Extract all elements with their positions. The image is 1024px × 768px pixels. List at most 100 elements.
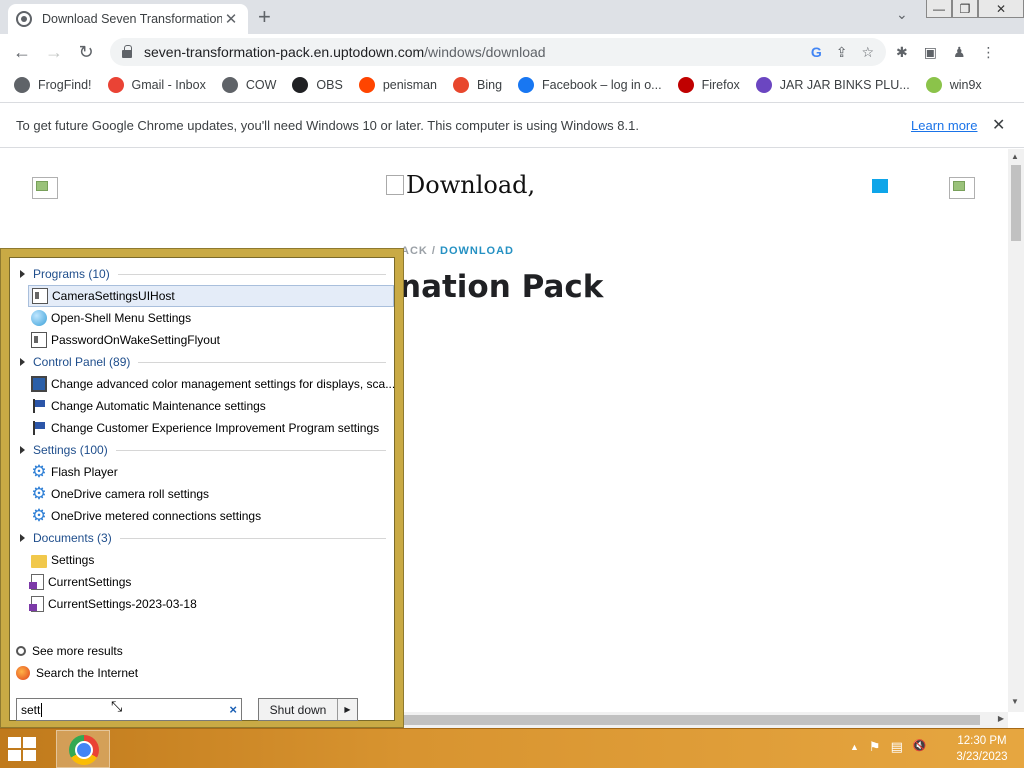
firefox-icon [677,77,694,93]
shutdown-button[interactable]: Shut down ▶ [258,698,358,721]
shutdown-label: Shut down [269,702,327,717]
firefox-icon [16,666,30,680]
scroll-up-icon[interactable]: ▲ [1011,152,1019,161]
taskbar: ▲ ⚑ ▤ 🔇 12:30 PM 3/23/2023 [0,728,1024,768]
scroll-thumb[interactable] [1011,165,1021,241]
group-divider [117,273,386,275]
broken-image-icon [32,177,58,199]
new-tab-button[interactable]: + [258,4,271,30]
result-label: Settings [51,553,95,567]
infobar-message: To get future Google Chrome updates, you… [16,118,639,133]
windows-start-icon[interactable] [8,737,38,761]
result-label: OneDrive metered connections settings [51,509,262,523]
back-arrow-icon[interactable]: ← [10,40,34,64]
minimize-button[interactable]: — [926,0,952,18]
bookmark-jarjar[interactable]: JAR JAR BINKS PLU... [755,77,910,93]
volume-muted-icon[interactable]: 🔇 [913,739,927,755]
breadcrumb-current[interactable]: DOWNLOAD [440,245,514,257]
see-more-results[interactable]: See more results [16,640,123,662]
search-result-item[interactable]: CurrentSettings-2023-03-18 [28,593,394,615]
gmail-icon [107,77,124,93]
search-result-item[interactable]: Open-Shell Menu Settings [28,307,394,329]
bookmark-frogfind[interactable]: FrogFind! [14,77,92,93]
app-window-icon [32,288,48,304]
search-result-item[interactable]: Change Customer Experience Improvement P… [28,417,394,439]
bookmark-firefox[interactable]: Firefox [677,77,740,93]
document-icon [29,574,44,590]
page-vertical-scrollbar[interactable]: ▲ ▼ [1008,149,1024,712]
result-label: Flash Player [51,465,118,479]
taskbar-chrome-button[interactable] [56,730,110,768]
clock-date: 3/23/2023 [956,751,1008,763]
globe-icon [16,11,32,27]
chrome-icon [69,735,99,765]
search-the-internet[interactable]: Search the Internet [16,662,138,684]
action-center-flag-icon[interactable]: ⚑ [869,739,881,755]
infobar-close-button[interactable]: ✕ [992,115,1005,135]
bookmark-bing[interactable]: Bing [453,77,502,93]
start-search-input[interactable]: sett × [16,698,242,721]
show-hidden-icons-icon[interactable]: ▲ [850,742,859,755]
share-icon[interactable]: ⇪ [836,44,848,61]
result-label: CameraSettingsUIHost [52,289,175,303]
group-divider [119,537,386,539]
network-icon[interactable]: ▤ [891,739,903,755]
cow-icon [221,77,238,93]
bookmark-label: Gmail - Inbox [131,78,206,92]
window-close-button[interactable]: ✕ [978,0,1024,18]
group-header-settings[interactable]: Settings (100) [20,439,386,461]
search-result-item[interactable]: CurrentSettings [28,571,394,593]
google-lens-icon[interactable]: G [811,44,822,61]
side-panel-icon[interactable]: ▣ [924,44,937,61]
bookmark-facebook[interactable]: Facebook – log in o... [518,77,662,93]
search-result-item[interactable]: Change Automatic Maintenance settings [28,395,394,417]
bookmark-obs[interactable]: OBS [292,77,343,93]
forward-arrow-icon[interactable]: → [42,40,66,64]
url-domain: seven-transformation-pack.en.uptodown.co… [144,44,425,60]
search-result-item[interactable]: ⚙ OneDrive metered connections settings [28,505,394,527]
tab-close-button[interactable]: ✕ [222,10,240,28]
breadcrumb-prefix: ACK / [401,245,440,257]
active-tab[interactable]: Download Seven Transformation ✕ [8,4,248,34]
search-input-value: sett [21,702,41,717]
bookmark-penisman[interactable]: penisman [358,77,438,93]
search-result-item[interactable]: Settings [28,549,394,571]
profile-avatar-icon[interactable]: ♟ [953,44,966,61]
ad-badge-icon[interactable] [872,179,888,193]
search-result-item[interactable]: CameraSettingsUIHost [28,285,394,307]
shutdown-options-arrow-icon[interactable]: ▶ [337,699,357,720]
tab-title: Download Seven Transformation [42,12,222,26]
search-internet-label: Search the Internet [36,666,139,680]
search-result-item[interactable]: ⚙ Flash Player [28,461,394,483]
search-result-item[interactable]: ⚙ OneDrive camera roll settings [28,483,394,505]
search-result-item[interactable]: PasswordOnWakeSettingFlyout [28,329,394,351]
tab-search-icon[interactable]: ⌄ [896,6,908,23]
page-horizontal-scrollbar[interactable]: ▶ [400,712,1008,728]
bookmark-win9x[interactable]: win9x [925,77,982,93]
search-result-item[interactable]: Change advanced color management setting… [28,373,394,395]
group-header-documents[interactable]: Documents (3) [20,527,386,549]
download-image-alt: Download, [386,171,535,199]
bookmark-cow[interactable]: COW [221,77,276,93]
scroll-right-icon[interactable]: ▶ [998,714,1004,723]
bookmark-label: penisman [382,78,438,92]
learn-more-link[interactable]: Learn more [911,118,977,133]
reload-icon[interactable]: ↻ [74,40,98,64]
magnifier-icon [16,646,26,656]
extensions-icon[interactable]: ✱ [896,44,908,61]
group-header-programs[interactable]: Programs (10) [20,263,386,285]
restore-button[interactable]: ❐ [952,0,978,18]
bookmark-gmail[interactable]: Gmail - Inbox [107,77,206,93]
chrome-menu-icon[interactable]: ⋮ [982,44,996,61]
taskbar-clock[interactable]: 12:30 PM 3/23/2023 [950,733,1014,765]
group-label: Programs (10) [33,267,110,281]
scroll-thumb[interactable] [400,715,980,725]
address-bar[interactable]: seven-transformation-pack.en.uptodown.co… [110,38,886,66]
group-label: Control Panel (89) [33,355,131,369]
action-center-flag-icon [31,420,47,436]
clock-time: 12:30 PM [957,735,1007,747]
clear-search-icon[interactable]: × [229,702,237,717]
bookmark-star-icon[interactable]: ☆ [861,44,874,61]
scroll-down-icon[interactable]: ▼ [1011,697,1019,706]
group-header-control-panel[interactable]: Control Panel (89) [20,351,386,373]
